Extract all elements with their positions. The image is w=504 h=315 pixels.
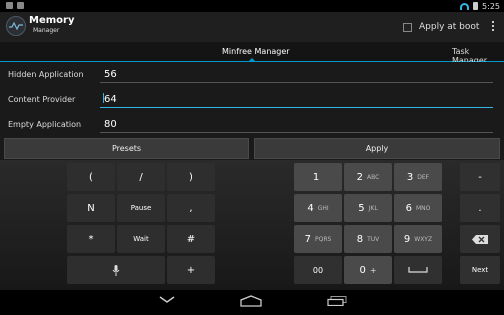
key-9[interactable]: 9 WXYZ: [394, 225, 442, 253]
hidden-application-input[interactable]: 56: [104, 69, 117, 80]
status-bar: 5:25: [0, 0, 504, 12]
key-letters: GHI: [317, 204, 329, 212]
tab-minfree-manager[interactable]: Minfree Manager: [222, 47, 290, 56]
key-letters: MNO: [415, 204, 431, 212]
numeric-keyboard: ( / ) N Pause , * Wait # + 1 2 ABC 3 DEF 4…: [0, 160, 504, 290]
input-underline: [100, 82, 493, 83]
key-letters: ABC: [367, 173, 380, 181]
key-letters: PQRS: [315, 235, 332, 243]
text-cursor: [103, 93, 104, 103]
microphone-icon: [112, 264, 120, 276]
field-row-content-provider: Content Provider 64: [0, 87, 504, 111]
home-icon[interactable]: [240, 295, 262, 307]
recent-apps-icon[interactable]: [327, 296, 347, 306]
key-7[interactable]: 7 PQRS: [294, 225, 342, 253]
key-letters: JKL: [368, 204, 378, 212]
notification-icon: [6, 2, 13, 9]
key-6[interactable]: 6 MNO: [394, 194, 442, 222]
notification-icon: [17, 2, 24, 9]
key-digit: 5: [358, 202, 365, 214]
key-open-paren[interactable]: (: [67, 163, 115, 191]
key-wait[interactable]: Wait: [117, 225, 165, 253]
overflow-menu-icon[interactable]: [492, 21, 494, 31]
presets-button[interactable]: Presets: [4, 138, 249, 159]
apply-at-boot-checkbox[interactable]: [403, 23, 412, 32]
key-close-paren[interactable]: ): [167, 163, 215, 191]
key-digit: 4: [307, 202, 314, 214]
key-00[interactable]: 00: [294, 256, 342, 284]
input-underline-focused: [100, 107, 493, 108]
empty-application-input[interactable]: 80: [104, 119, 117, 130]
field-label: Hidden Application: [8, 70, 84, 79]
notification-icons: [6, 2, 24, 9]
key-next[interactable]: Next: [460, 256, 500, 284]
key-digit: 8: [356, 233, 364, 245]
key-digit: 2: [356, 171, 364, 183]
key-space[interactable]: [394, 256, 442, 284]
status-time: 5:25: [482, 1, 500, 11]
key-letters: +: [369, 265, 377, 275]
app-title: Memory Manager: [29, 16, 74, 36]
space-icon: [408, 267, 428, 273]
field-label: Empty Application: [8, 120, 82, 129]
key-1[interactable]: 1: [294, 163, 342, 191]
key-5[interactable]: 5 JKL: [344, 194, 392, 222]
key-3[interactable]: 3 DEF: [394, 163, 442, 191]
apply-at-boot-label[interactable]: Apply at boot: [419, 22, 479, 32]
back-chevron-icon[interactable]: [159, 296, 175, 304]
key-backspace[interactable]: [460, 225, 500, 253]
key-digit: 6: [405, 202, 412, 214]
key-digit: 7: [304, 233, 312, 245]
tab-bar: Minfree Manager Task Manager: [0, 42, 504, 65]
action-bar: Memory Manager Apply at boot: [0, 12, 504, 42]
app-title-main: Memory: [29, 15, 75, 26]
field-row-empty-application: Empty Application 80: [0, 112, 504, 136]
key-letters: TUV: [367, 235, 380, 243]
status-icons: 5:25: [460, 0, 500, 12]
battery-icon: [473, 2, 479, 10]
key-digit: 9: [403, 233, 411, 245]
key-plus[interactable]: +: [167, 256, 215, 284]
key-letters: WXYZ: [414, 235, 433, 243]
key-comma[interactable]: ,: [167, 194, 215, 222]
key-n[interactable]: N: [67, 194, 115, 222]
key-digit: 3: [406, 171, 414, 183]
key-voice[interactable]: [67, 256, 165, 284]
field-row-hidden-application: Hidden Application 56: [0, 62, 504, 86]
tab-indicator: [249, 58, 255, 61]
key-minus[interactable]: -: [460, 163, 500, 191]
wifi-icon: [460, 2, 470, 10]
key-0[interactable]: 0 +: [344, 256, 392, 284]
backspace-icon: [472, 234, 488, 244]
key-pause[interactable]: Pause: [117, 194, 165, 222]
key-digit: 0: [359, 264, 366, 276]
key-asterisk[interactable]: *: [67, 225, 115, 253]
field-label: Content Provider: [8, 95, 76, 104]
key-digit: 1: [312, 171, 320, 183]
key-letters: DEF: [417, 173, 430, 181]
key-4[interactable]: 4 GHI: [294, 194, 342, 222]
key-hash[interactable]: #: [167, 225, 215, 253]
app-logo-icon[interactable]: [6, 16, 26, 36]
key-period[interactable]: .: [460, 194, 500, 222]
app-title-sub: Manager: [33, 27, 60, 34]
content-provider-input[interactable]: 64: [104, 94, 117, 105]
key-slash[interactable]: /: [117, 163, 165, 191]
key-2[interactable]: 2 ABC: [344, 163, 392, 191]
key-8[interactable]: 8 TUV: [344, 225, 392, 253]
navigation-bar: [0, 290, 504, 315]
apply-button[interactable]: Apply: [254, 138, 500, 159]
input-underline: [100, 132, 493, 133]
